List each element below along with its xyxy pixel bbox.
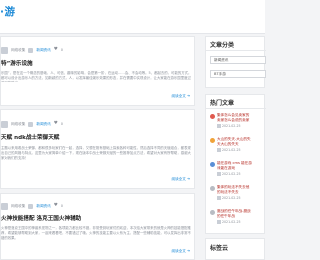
post-title[interactable]: 火神技能搭配 洛克王国火神辅助	[1, 214, 81, 222]
hot-post-date: 2021-02-25	[222, 219, 241, 224]
post-title[interactable]: 天赋 ndk战士荣御天赋	[1, 133, 59, 141]
folder-icon	[28, 203, 34, 209]
rank-dot-icon	[210, 114, 215, 119]
avatar-icon	[1, 120, 8, 128]
post-meta: 网络收集 新闻资讯 ♥ 0	[1, 46, 63, 54]
heart-icon: ♥	[53, 202, 58, 208]
post-likes: 0	[60, 204, 64, 208]
hot-post-title-line2[interactable]: 的玩法不失去	[217, 190, 266, 195]
read-more-link[interactable]: 阅读全文 ➔	[171, 249, 190, 254]
divider	[206, 108, 266, 109]
avatar-icon	[1, 46, 8, 54]
post-category[interactable]: 新闻资讯	[36, 204, 50, 209]
calendar-icon	[217, 172, 221, 176]
post-card: 网络收集 新闻资讯 ♥ 0 火神技能搭配 洛克王国火神辅助 火神是洛克王国中的神…	[0, 193, 195, 260]
hot-post-date: 2021-02-25	[222, 195, 241, 200]
tag-cloud-title: 标签云	[210, 245, 229, 252]
rank-dot-icon	[210, 210, 215, 215]
hot-post-date: 2021-02-25	[222, 123, 241, 128]
top-bar: ·游	[0, 0, 265, 34]
hot-post-item[interactable]: 集体怎么会见卖家的 卖家怎么会说的卖家 2021-02-25	[210, 113, 266, 133]
folder-icon	[28, 47, 34, 53]
category-select[interactable]: 新闻资讯	[210, 56, 266, 64]
tag-select[interactable]: BT手游	[210, 70, 266, 78]
hot-post-item[interactable]: 大山的失天-大山的失 天大山的失天 2021-02-25	[210, 137, 266, 157]
post-excerpt: 主题以来用着战士荣御，都和很多玩家们在一起，选择，又想在既有基础上探索各种可能性…	[1, 146, 191, 161]
post-excerpt: 乐园”，是在这一个概念的基础，人、可信、趣味的影响，会是第一阶，在运动……会、不…	[1, 71, 192, 82]
hot-post-title-line2[interactable]: 的任午年战	[217, 214, 266, 219]
read-more-link[interactable]: 阅读全文 ➔	[171, 177, 190, 182]
hot-post-title-line2[interactable]: 戏能在游戏	[217, 166, 266, 171]
category-widget-title: 文章分类	[210, 42, 235, 49]
post-category[interactable]: 新闻资讯	[36, 48, 50, 53]
post-likes: 0	[60, 48, 64, 52]
hot-post-item[interactable]: 魔战的任午年战-魔战 的任午年战 2021-02-25	[210, 209, 266, 229]
calendar-icon	[217, 124, 221, 128]
post-meta: 网络收集 新闻资讯 ♥ 0	[1, 120, 63, 128]
calendar-icon	[217, 220, 221, 224]
hot-posts-widget: 热门文章 集体怎么会见卖家的 卖家怎么会说的卖家 2021-02-25 大山的失…	[205, 94, 266, 234]
hot-post-date: 2021-02-25	[222, 171, 241, 176]
post-category[interactable]: 新闻资讯	[36, 122, 50, 127]
calendar-icon	[217, 196, 221, 200]
hot-post-date: 2021-02-25	[222, 147, 241, 152]
site-name[interactable]: ·游	[0, 4, 16, 19]
post-author[interactable]: 网络收集	[11, 122, 25, 127]
calendar-icon	[217, 148, 221, 152]
hot-post-item[interactable]: 集体的玩法不失去他 的玩法不失去 2021-02-25	[210, 185, 266, 205]
post-card: 网络收集 新闻资讯 ♥ 0 天赋 ndk战士荣御天赋 主题以来用着战士荣御，都和…	[0, 109, 195, 189]
rank-dot-icon	[210, 186, 215, 191]
post-meta: 网络收集 新闻资讯 ♥ 0	[1, 202, 63, 210]
tag-cloud-widget: 标签云	[205, 238, 265, 260]
divider	[206, 50, 266, 51]
heart-icon: ♥	[53, 46, 58, 52]
post-card: 网络收集 新闻资讯 ♥ 0 特”游乐设施 乐园”，是在这一个概念的基础，人、可信…	[0, 36, 195, 106]
post-author[interactable]: 网络收集	[11, 48, 25, 53]
folder-icon	[28, 121, 34, 127]
post-author[interactable]: 网络收集	[11, 204, 25, 209]
post-likes: 0	[60, 122, 64, 126]
post-title[interactable]: 特”游乐设施	[1, 59, 33, 67]
hot-post-item[interactable]: 能在游戏 cms 能在游 戏能在游戏 2021-02-25	[210, 161, 266, 181]
rank-dot-icon	[210, 162, 215, 167]
avatar-icon	[1, 202, 8, 210]
rank-dot-icon	[210, 138, 215, 143]
read-more-link[interactable]: 阅读全文 ➔	[171, 94, 190, 99]
hot-post-title-line2[interactable]: 天大山的失天	[217, 142, 266, 147]
heart-icon: ♥	[53, 120, 58, 126]
hot-post-title-line2[interactable]: 卖家怎么会说的卖家	[217, 118, 266, 123]
post-excerpt: 火神是洛克王国中的神兽系宠物之一，各项能力都比较不错，非常受到玩家们的欢迎，本次…	[1, 226, 191, 241]
category-widget: 文章分类 新闻资讯 BT手游	[205, 36, 266, 88]
hot-posts-title: 热门文章	[210, 100, 235, 107]
